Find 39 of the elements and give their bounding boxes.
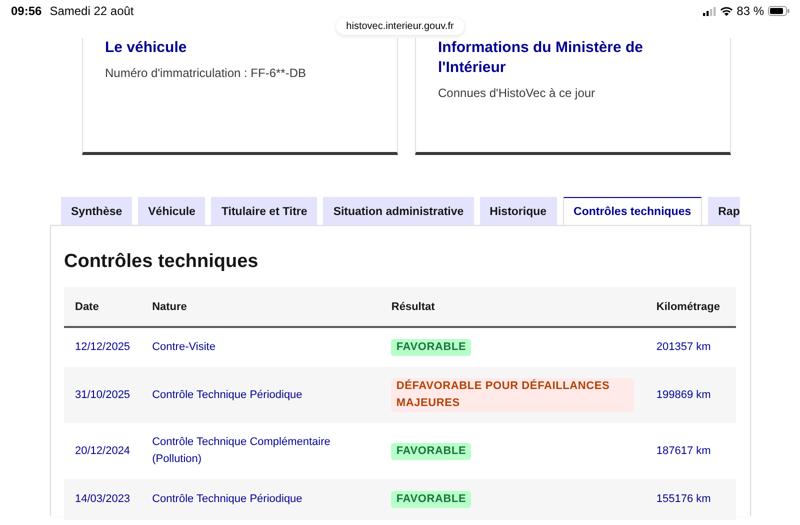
table-cell: 31/10/2025 [64,367,142,423]
card-title: Informations du Ministère de l'Intérieur [438,38,644,78]
table-cell: 12/12/2025 [64,327,142,367]
status-badge: DÉFAVORABLE POUR DÉFAILLANCES MAJEURES [391,378,634,412]
tab[interactable]: Titulaire et Titre [211,197,318,225]
table-cell: 199869 km [645,367,736,423]
card-title: Le véhicule [105,38,188,58]
clock: 09:56 [11,4,42,18]
column-header: Date [64,287,142,327]
table-cell: Contre-Visite [141,327,380,367]
tab[interactable]: Rap [708,197,740,225]
table-cell: Contrôle Technique Périodique [141,367,380,423]
status-badge: FAVORABLE [391,442,472,460]
card-text: Connues d'HistoVec à ce jour [438,85,596,101]
tab[interactable]: Synthèse [61,197,132,225]
status-badge: FAVORABLE [391,491,472,508]
tab[interactable]: Véhicule [138,197,206,225]
wifi-icon [720,6,733,16]
address-bar[interactable]: histovec.interieur.gouv.fr [336,18,464,35]
battery-level: 83 % [736,4,764,18]
date: Samedi 22 août [50,4,134,18]
card-text: Numéro d'immatriculation : FF-6**-DB [105,65,308,81]
table-cell: 155176 km [645,479,736,520]
table-cell: 201357 km [645,327,736,367]
column-header: Résultat [380,287,646,327]
table-cell: Contrôle Technique Périodique [141,479,380,520]
battery-icon [768,6,790,16]
column-header: Nature [141,287,380,327]
table-cell: 14/03/2023 [64,479,142,520]
column-header: Kilométrage [645,287,736,327]
tab[interactable]: Contrôles techniques [562,197,702,225]
status-badge: FAVORABLE [391,339,472,356]
section-title: Contrôles techniques [64,250,260,274]
tab[interactable]: Situation administrative [323,197,474,225]
signal-icon [702,6,716,16]
tab[interactable]: Historique [480,197,557,225]
table-cell: Contrôle Technique Complémentaire (Pollution) [141,423,380,479]
table-cell: 187617 km [645,423,736,479]
table-cell: 20/12/2024 [64,423,142,479]
